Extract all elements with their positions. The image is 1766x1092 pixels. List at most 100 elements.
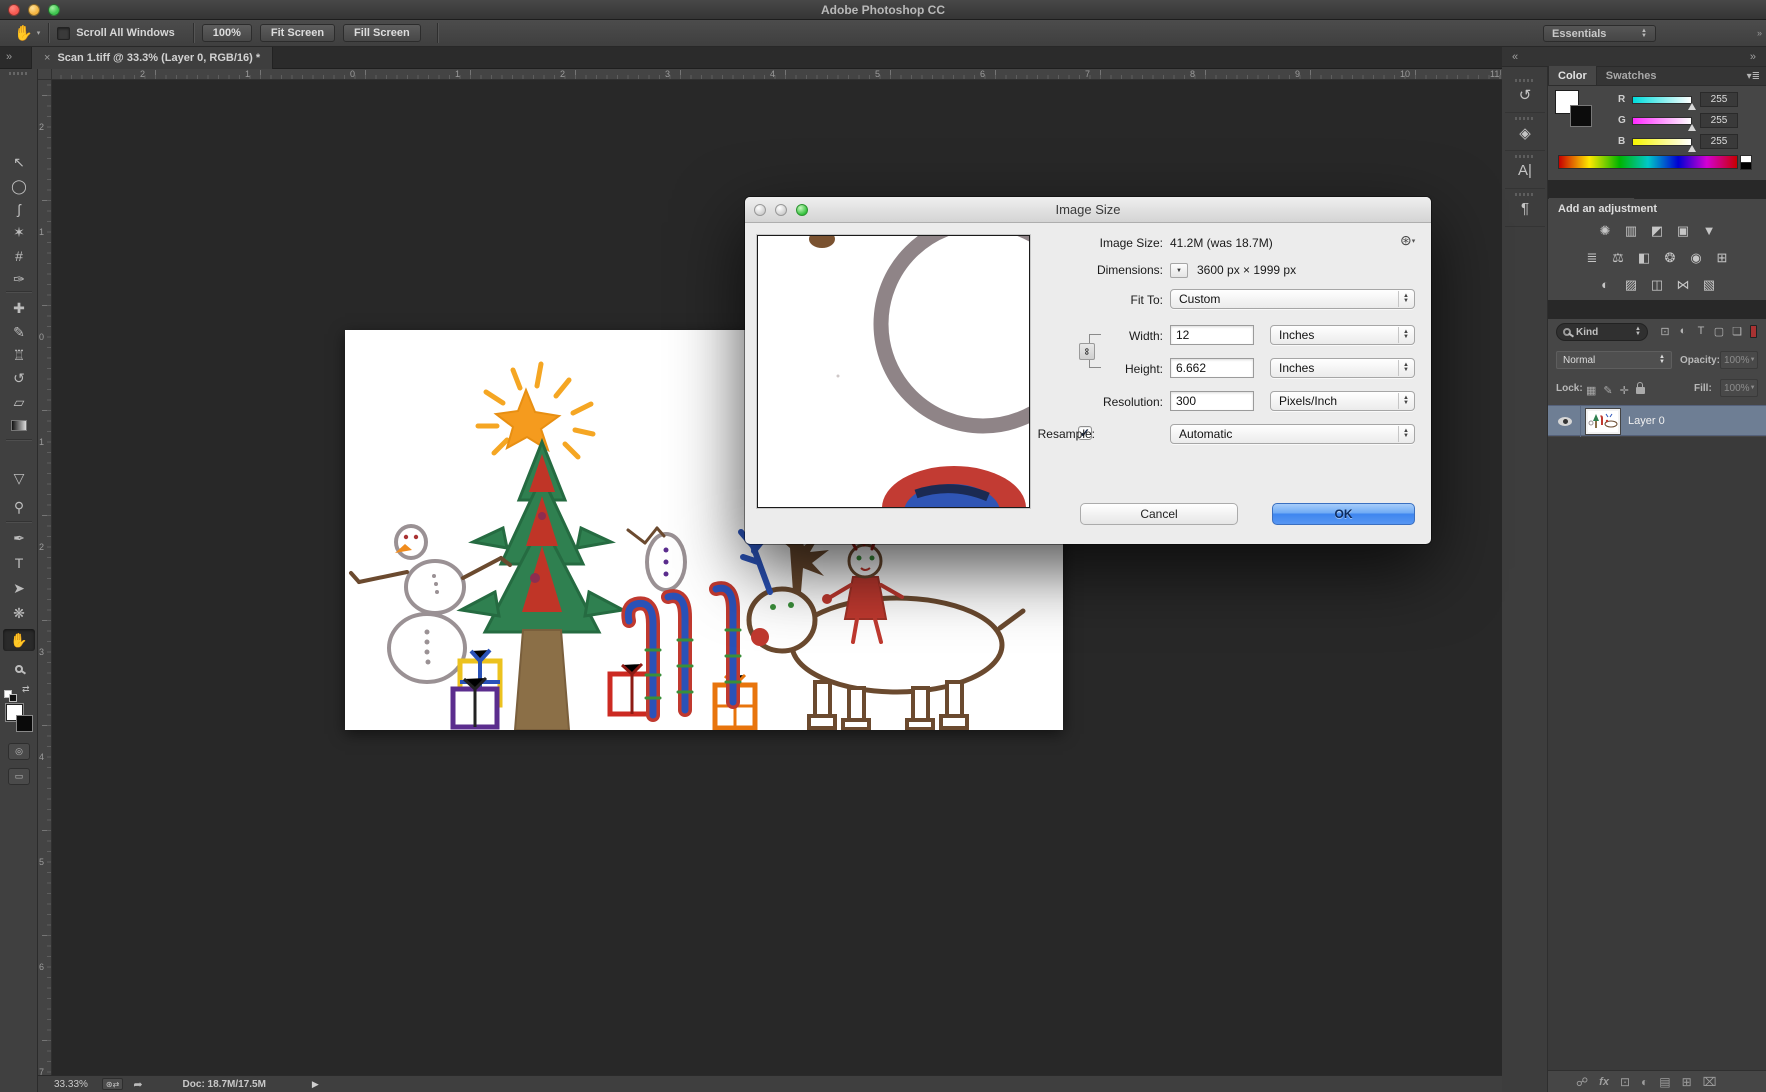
quick-mask-button[interactable]: ◎: [8, 743, 30, 760]
pen-tool[interactable]: ✒: [3, 527, 35, 549]
dialog-titlebar[interactable]: Image Size: [745, 197, 1431, 223]
close-tab-icon[interactable]: ×: [44, 52, 50, 64]
marquee-tool[interactable]: ◯: [3, 175, 35, 197]
crop-tool[interactable]: #: [3, 245, 35, 267]
resample-dropdown[interactable]: Automatic ▲ ▼: [1170, 424, 1415, 444]
new-group-icon[interactable]: ▤: [1659, 1075, 1670, 1089]
spectrum-black-swatch[interactable]: [1740, 162, 1752, 170]
zoom-100-button[interactable]: 100%: [201, 24, 252, 42]
blur-tool[interactable]: ▽: [3, 467, 35, 489]
opacity-dropdown[interactable]: 100% ▼: [1720, 351, 1758, 369]
photo-filter-icon[interactable]: ❂: [1659, 248, 1681, 267]
channel-mixer-icon[interactable]: ◉: [1685, 248, 1707, 267]
history-brush-tool[interactable]: ↺: [3, 367, 35, 389]
channel-slider-thumb[interactable]: [1688, 145, 1696, 152]
layer-thumbnail[interactable]: [1586, 409, 1620, 434]
history-panel-icon[interactable]: ↺: [1505, 77, 1545, 113]
screen-mode-button[interactable]: ▭: [8, 768, 30, 785]
paragraph-panel-icon[interactable]: ¶: [1505, 191, 1545, 227]
layer-filter-toggle[interactable]: [1750, 325, 1757, 338]
height-input[interactable]: [1170, 358, 1254, 378]
filter-type-layers-icon[interactable]: T: [1692, 325, 1710, 340]
dodge-tool[interactable]: ⚲: [3, 496, 35, 518]
channel-slider[interactable]: [1632, 117, 1692, 125]
image-preview[interactable]: [757, 214, 1093, 550]
hand-tool[interactable]: ✋: [3, 629, 35, 651]
threshold-icon[interactable]: ◫: [1646, 275, 1668, 294]
layer-visibility-eye-icon[interactable]: [1558, 417, 1572, 426]
zoom-tool[interactable]: [3, 658, 35, 680]
eyedropper-tool[interactable]: ✑: [3, 268, 35, 290]
lock-transparency-icon[interactable]: ▦: [1586, 385, 1596, 397]
channel-slider-thumb[interactable]: [1688, 124, 1696, 131]
gradient-tool[interactable]: [3, 414, 35, 436]
cancel-button[interactable]: Cancel: [1080, 503, 1238, 525]
collapse-dock-icon[interactable]: »: [1750, 51, 1756, 63]
width-input[interactable]: [1170, 325, 1254, 345]
levels-icon[interactable]: ▥: [1620, 221, 1642, 240]
invert-icon[interactable]: ◐: [1594, 275, 1616, 294]
vibrance-icon[interactable]: ▼: [1698, 221, 1720, 240]
panel-menu-icon[interactable]: ▾≣: [1747, 71, 1760, 82]
scroll-all-windows-checkbox[interactable]: [57, 26, 71, 40]
width-unit-dropdown[interactable]: Inches ▲ ▼: [1270, 325, 1415, 345]
selective-color-icon[interactable]: ▧: [1698, 275, 1720, 294]
quick-selection-tool[interactable]: ✶: [3, 221, 35, 243]
workspace-switcher[interactable]: Essentials ▲ ▼: [1543, 25, 1656, 42]
curves-icon[interactable]: ◩: [1646, 221, 1668, 240]
properties-panel-icon[interactable]: ◈: [1505, 115, 1545, 151]
dimensions-unit-dropdown[interactable]: ▼: [1170, 263, 1188, 278]
height-unit-dropdown[interactable]: Inches ▲ ▼: [1270, 358, 1415, 378]
channel-slider-thumb[interactable]: [1688, 103, 1696, 110]
collapse-panels-icon[interactable]: «: [1512, 51, 1518, 63]
tab-swatches[interactable]: Swatches: [1597, 66, 1666, 85]
swap-colors-icon[interactable]: ⇄: [22, 684, 30, 695]
foreground-background-swatches[interactable]: [6, 704, 36, 736]
filter-pixel-layers-icon[interactable]: ⊡: [1656, 325, 1674, 340]
add-mask-icon[interactable]: ⊡: [1620, 1075, 1630, 1089]
resolution-input[interactable]: [1170, 391, 1254, 411]
posterize-icon[interactable]: ▨: [1620, 275, 1642, 294]
tab-overflow-chevron-icon[interactable]: »: [6, 51, 12, 63]
brightness-contrast-icon[interactable]: ✺: [1594, 221, 1616, 240]
status-options-icon[interactable]: ⊛⇄: [101, 1078, 124, 1090]
lock-all-icon[interactable]: [1635, 382, 1645, 394]
dialog-gear-menu-icon[interactable]: ⊛▾: [1400, 232, 1415, 249]
fill-screen-button[interactable]: Fill Screen: [343, 24, 421, 42]
layer-row[interactable]: Layer 0: [1548, 405, 1766, 437]
type-tool[interactable]: T: [3, 552, 35, 574]
filter-adjustment-layers-icon[interactable]: ◐: [1674, 325, 1692, 340]
clone-stamp-tool[interactable]: ♖: [3, 344, 35, 366]
delete-layer-icon[interactable]: ⌧: [1703, 1075, 1717, 1089]
black-white-icon[interactable]: ◧: [1633, 248, 1655, 267]
path-selection-tool[interactable]: ➤: [3, 577, 35, 599]
shape-tool[interactable]: ❋: [3, 602, 35, 624]
fit-to-dropdown[interactable]: Custom ▲ ▼: [1170, 289, 1415, 309]
channel-value[interactable]: 255: [1700, 113, 1738, 128]
link-dimensions-icon[interactable]: ∞: [1079, 343, 1095, 360]
layer-style-icon[interactable]: fx: [1599, 1076, 1609, 1088]
exposure-icon[interactable]: ▣: [1672, 221, 1694, 240]
color-balance-icon[interactable]: ⚖: [1607, 248, 1629, 267]
options-overflow-icon[interactable]: »: [1757, 28, 1762, 38]
resolution-unit-dropdown[interactable]: Pixels/Inch ▲ ▼: [1270, 391, 1415, 411]
default-swap-colors-widget[interactable]: ⇄: [4, 684, 34, 702]
tab-color[interactable]: Color: [1548, 66, 1597, 85]
link-layers-icon[interactable]: ☍: [1576, 1075, 1588, 1089]
channel-slider[interactable]: [1632, 96, 1692, 104]
blend-mode-dropdown[interactable]: Normal ▲ ▼: [1556, 351, 1672, 369]
character-panel-icon[interactable]: A|: [1505, 153, 1545, 189]
filter-shape-layers-icon[interactable]: ▢: [1710, 325, 1728, 340]
filter-smart-objects-icon[interactable]: ❏: [1728, 325, 1746, 340]
color-spectrum-ramp[interactable]: [1558, 155, 1738, 169]
background-color-swatch[interactable]: [16, 715, 33, 732]
zoom-level-field[interactable]: 33.33%: [54, 1079, 88, 1090]
hand-tool-icon[interactable]: ✋: [14, 24, 33, 42]
fit-screen-button[interactable]: Fit Screen: [259, 24, 336, 42]
brush-tool[interactable]: ✎: [3, 321, 35, 343]
eraser-tool[interactable]: ▱: [3, 391, 35, 413]
gradient-map-icon[interactable]: ⋈: [1672, 275, 1694, 294]
ok-button[interactable]: OK: [1272, 503, 1415, 525]
layer-filter-kind-dropdown[interactable]: Kind ▲ ▼: [1556, 323, 1648, 341]
move-tool[interactable]: ↖: [3, 151, 35, 173]
